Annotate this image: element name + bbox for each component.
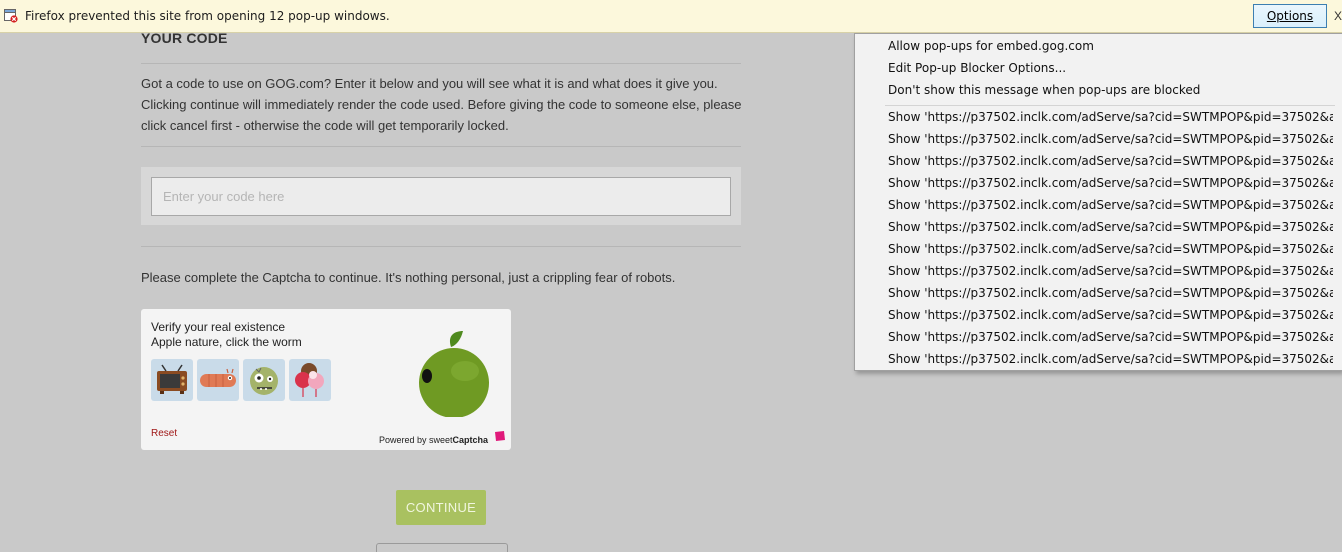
- menu-item-edit-options[interactable]: Edit Pop-up Blocker Options...: [888, 61, 1333, 75]
- divider: [141, 63, 741, 64]
- captcha-prompt: Please complete the Captcha to continue.…: [141, 270, 676, 285]
- menu-item-blocked-popup[interactable]: Show 'https://p37502.inclk.com/adServe/s…: [888, 132, 1333, 146]
- apple-icon[interactable]: [413, 325, 497, 417]
- menu-item-blocked-popup[interactable]: Show 'https://p37502.inclk.com/adServe/s…: [888, 110, 1333, 124]
- captcha-tile-zombie[interactable]: [243, 359, 285, 401]
- captcha-title: Verify your real existence: [151, 320, 286, 334]
- menu-item-blocked-popup[interactable]: Show 'https://p37502.inclk.com/adServe/s…: [888, 220, 1333, 234]
- menu-item-allow-popups[interactable]: Allow pop-ups for embed.gog.com: [888, 39, 1333, 53]
- captcha-tile-balloons[interactable]: [289, 359, 331, 401]
- captcha-tile-tv[interactable]: [151, 359, 193, 401]
- menu-item-blocked-popup[interactable]: Show 'https://p37502.inclk.com/adServe/s…: [888, 352, 1333, 366]
- notification-message: Firefox prevented this site from opening…: [25, 9, 390, 23]
- menu-separator: [885, 105, 1335, 106]
- menu-item-blocked-popup[interactable]: Show 'https://p37502.inclk.com/adServe/s…: [888, 330, 1333, 344]
- options-button[interactable]: Options: [1253, 4, 1327, 28]
- sweetcaptcha-logo-icon: [495, 431, 505, 441]
- cancel-button[interactable]: [376, 543, 508, 552]
- captcha-reset-link[interactable]: Reset: [151, 428, 177, 439]
- menu-item-blocked-popup[interactable]: Show 'https://p37502.inclk.com/adServe/s…: [888, 176, 1333, 190]
- divider: [141, 146, 741, 147]
- menu-item-blocked-popup[interactable]: Show 'https://p37502.inclk.com/adServe/s…: [888, 264, 1333, 278]
- menu-item-blocked-popup[interactable]: Show 'https://p37502.inclk.com/adServe/s…: [888, 308, 1333, 322]
- captcha-powered-by: Powered by sweetCaptcha: [379, 435, 489, 445]
- tv-icon: [157, 364, 187, 394]
- popup-blocker-notification-bar: Firefox prevented this site from opening…: [0, 0, 1342, 33]
- page-title: YOUR CODE: [141, 30, 228, 46]
- menu-item-dont-show[interactable]: Don't show this message when pop-ups are…: [888, 83, 1333, 97]
- balloons-icon: [295, 363, 324, 397]
- code-input[interactable]: [151, 177, 731, 216]
- popup-options-menu: Allow pop-ups for embed.gog.com Edit Pop…: [854, 33, 1342, 371]
- menu-item-blocked-popup[interactable]: Show 'https://p37502.inclk.com/adServe/s…: [888, 154, 1333, 168]
- captcha-instruction: Apple nature, click the worm: [151, 335, 302, 349]
- continue-button[interactable]: CONTINUE: [396, 490, 486, 525]
- blocked-popup-icon: [4, 9, 18, 23]
- intro-text: Got a code to use on GOG.com? Enter it b…: [141, 76, 742, 133]
- code-input-container: [141, 167, 741, 225]
- sweetcaptcha-widget: Verify your real existence Apple nature,…: [141, 309, 511, 450]
- zombie-icon: [250, 367, 278, 395]
- worm-icon: [200, 368, 236, 387]
- menu-item-blocked-popup[interactable]: Show 'https://p37502.inclk.com/adServe/s…: [888, 242, 1333, 256]
- divider: [141, 246, 741, 247]
- menu-item-blocked-popup[interactable]: Show 'https://p37502.inclk.com/adServe/s…: [888, 198, 1333, 212]
- captcha-tile-worm[interactable]: [197, 359, 239, 401]
- menu-item-blocked-popup[interactable]: Show 'https://p37502.inclk.com/adServe/s…: [888, 286, 1333, 300]
- close-icon[interactable]: X: [1334, 9, 1342, 23]
